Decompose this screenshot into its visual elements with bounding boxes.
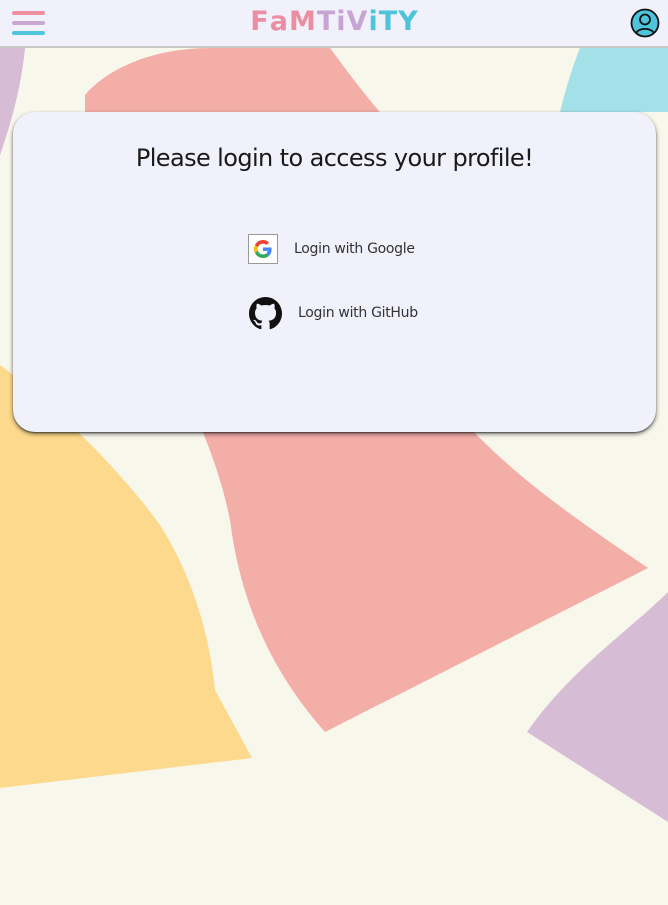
logo-letter: V <box>346 6 368 37</box>
blue-shape <box>560 48 668 112</box>
logo-letter: T <box>378 6 398 37</box>
logo-letter: T <box>316 6 336 37</box>
logo-letter: F <box>250 6 269 37</box>
hamburger-menu-icon[interactable] <box>12 11 46 35</box>
google-login-label: Login with Google <box>294 241 415 257</box>
menu-line-2 <box>12 21 45 25</box>
menu-line-3 <box>12 31 45 35</box>
top-navbar: FaMTiViTY <box>0 0 668 48</box>
github-icon <box>248 296 282 330</box>
google-icon <box>248 234 278 264</box>
github-login-label: Login with GitHub <box>298 305 418 321</box>
logo-letter: M <box>288 6 316 37</box>
menu-line-1 <box>12 11 45 15</box>
login-card: Please login to access your profile! Log… <box>13 112 656 432</box>
login-github-button[interactable]: Login with GitHub <box>248 296 418 330</box>
logo-letter: i <box>368 6 378 37</box>
logo-letter: a <box>269 6 288 37</box>
famtivity-logo[interactable]: FaMTiViTY <box>250 6 417 38</box>
logo-letter: i <box>336 6 346 37</box>
login-google-button[interactable]: Login with Google <box>248 232 415 266</box>
login-title: Please login to access your profile! <box>135 144 534 172</box>
pink-shape-top <box>85 48 380 112</box>
logo-letter: Y <box>398 6 418 37</box>
purple-shape-right <box>527 592 668 822</box>
user-circle-icon[interactable] <box>630 8 660 38</box>
